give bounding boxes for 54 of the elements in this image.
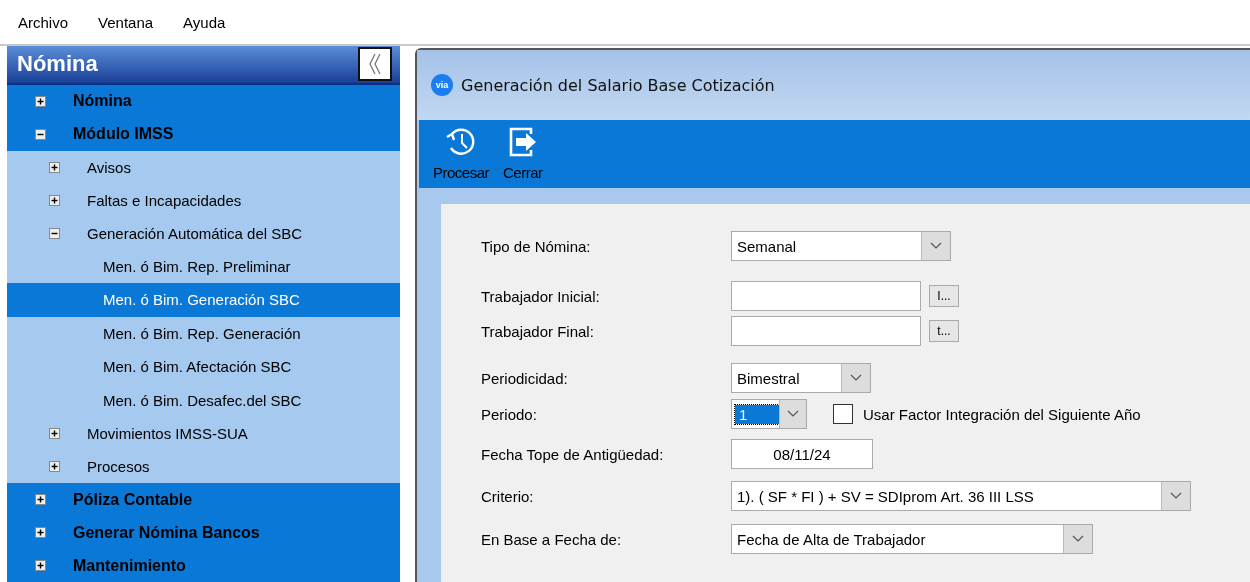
field-label: Criterio: [481, 487, 535, 505]
field-label: Trabajador Inicial: [481, 287, 601, 305]
menu-item[interactable]: Archivo [18, 13, 69, 31]
field-label: Periodo: [481, 405, 538, 423]
caret-icon [1072, 535, 1084, 543]
expand-icon[interactable] [35, 95, 46, 107]
expand-icon[interactable] [49, 461, 60, 472]
process-button[interactable]: Procesar [433, 120, 490, 181]
collapse-button[interactable] [358, 47, 392, 82]
expand-icon[interactable] [35, 527, 46, 538]
lookup-button[interactable]: I... [929, 285, 959, 307]
expand-icon[interactable] [35, 494, 46, 505]
field-label: En Base a Fecha de: [481, 530, 623, 548]
dropdown[interactable]: Bimestral [731, 363, 871, 393]
sidebar-title: Nómina [17, 51, 98, 78]
tree-item[interactable]: Procesos [7, 450, 400, 483]
collapse-icon[interactable] [49, 227, 60, 239]
dropdown[interactable]: Fecha de Alta de Trabajador [731, 524, 1093, 554]
double-chevron-icon [368, 53, 382, 76]
checkbox-label: Usar Factor Integración del Siguiente Año [863, 405, 1141, 423]
close-button[interactable]: Cerrar [503, 120, 543, 181]
input-field[interactable] [731, 281, 921, 311]
tree-item[interactable]: Movimientos IMSS-SUA [7, 417, 400, 450]
input-field[interactable] [731, 316, 921, 346]
expand-icon[interactable] [49, 194, 60, 206]
tree-item[interactable]: Men. ó Bim. Rep. Preliminar [7, 249, 400, 283]
field-label: Fecha Tope de Antigüedad: [481, 445, 665, 463]
field-label: Tipo de Nómina: [481, 237, 592, 255]
menu-item[interactable]: Ayuda [183, 13, 226, 31]
tree-item[interactable]: Faltas e Incapacidades [7, 183, 400, 217]
expand-icon[interactable] [49, 428, 60, 439]
lookup-button[interactable]: t... [929, 320, 959, 342]
caret-icon [850, 374, 862, 382]
checkbox[interactable] [833, 404, 853, 424]
tree-item[interactable]: Generación Automática del SBC [7, 216, 400, 250]
field-label: Periodicidad: [481, 369, 569, 387]
tree-item[interactable]: Avisos [7, 150, 400, 184]
dropdown[interactable]: 1). ( SF * FI ) + SV = SDIprom Art. 36 III LSS [731, 481, 1191, 511]
collapse-icon[interactable] [35, 128, 46, 140]
tree-item[interactable]: Men. ó Bim. Desafec.del SBC [7, 383, 400, 417]
app-logo: via [431, 74, 453, 96]
tree-item[interactable]: Men. ó Bim. Afectación SBC [7, 350, 400, 384]
field-label: Trabajador Final: [481, 322, 595, 340]
window-title: Generación del Salario Base Cotización [461, 75, 775, 95]
caret-icon [1170, 492, 1182, 500]
caret-icon [930, 242, 942, 250]
caret-icon [787, 410, 800, 418]
expand-icon[interactable] [49, 161, 60, 173]
date-field[interactable]: 08/11/24 [731, 439, 873, 469]
expand-icon[interactable] [35, 560, 46, 571]
tree-item[interactable]: Men. ó Bim. Rep. Generación [7, 316, 400, 350]
dropdown[interactable]: Semanal [731, 231, 951, 261]
menu-item[interactable]: Ventana [98, 13, 154, 31]
dropdown[interactable]: 1 [731, 399, 807, 429]
